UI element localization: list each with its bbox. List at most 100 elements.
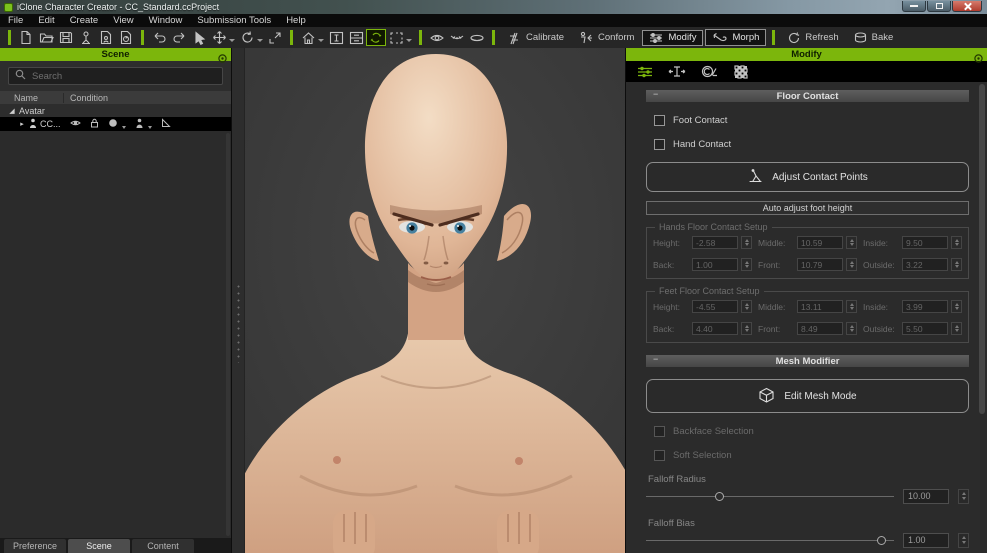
- spinner[interactable]: [741, 300, 752, 313]
- hands-height-input[interactable]: -2.58: [692, 236, 738, 249]
- home-dropdown-icon[interactable]: [318, 39, 324, 42]
- spinner[interactable]: [741, 322, 752, 335]
- viewport-3d[interactable]: [232, 48, 625, 553]
- scene-tree-empty-area[interactable]: [0, 131, 231, 538]
- tab-material-cl-icon[interactable]: [699, 63, 719, 80]
- backface-selection-checkbox[interactable]: [654, 426, 665, 437]
- tree-row-cc-selected[interactable]: ▸ CC...: [0, 117, 231, 131]
- rotate-tool-icon[interactable]: [237, 29, 257, 46]
- scene-gear-icon[interactable]: [218, 50, 227, 68]
- load-character-doc-icon[interactable]: [96, 29, 116, 46]
- character-render[interactable]: [245, 48, 625, 553]
- avatar-state-icon[interactable]: [135, 118, 144, 130]
- hands-front-input[interactable]: 10.79: [797, 258, 843, 271]
- collapse-icon[interactable]: −: [653, 89, 658, 99]
- spinner[interactable]: [846, 258, 857, 271]
- spinner[interactable]: [951, 258, 962, 271]
- spinner[interactable]: [951, 322, 962, 335]
- avatar-state-dropdown-icon[interactable]: [148, 125, 152, 129]
- spinner[interactable]: [958, 488, 969, 504]
- menu-create[interactable]: Create: [70, 15, 99, 26]
- falloff-bias-value[interactable]: 1.00: [903, 532, 949, 548]
- refresh-button[interactable]: Refresh: [781, 30, 844, 46]
- tab-content[interactable]: Content: [132, 539, 194, 553]
- column-condition[interactable]: Condition: [64, 93, 231, 103]
- feet-front-input[interactable]: 8.49: [797, 322, 843, 335]
- spinner[interactable]: [741, 258, 752, 271]
- hands-middle-input[interactable]: 10.59: [797, 236, 843, 249]
- falloff-radius-value[interactable]: 10.00: [903, 488, 949, 504]
- tab-attribute-sliders-icon[interactable]: [635, 63, 655, 80]
- menu-submission-tools[interactable]: Submission Tools: [197, 15, 271, 26]
- hands-inside-input[interactable]: 9.50: [902, 236, 948, 249]
- restore-button[interactable]: [927, 1, 951, 12]
- falloff-bias-slider[interactable]: [646, 535, 894, 545]
- new-project-icon[interactable]: [16, 29, 36, 46]
- tab-preference[interactable]: Preference: [4, 539, 66, 553]
- select-cursor-icon[interactable]: [189, 29, 209, 46]
- modify-scrollbar[interactable]: [979, 84, 985, 414]
- undo-icon[interactable]: [149, 29, 169, 46]
- foot-contact-checkbox[interactable]: [654, 115, 665, 126]
- column-name[interactable]: Name: [0, 92, 64, 103]
- soft-selection-checkbox[interactable]: [654, 450, 665, 461]
- edit-mesh-mode-button[interactable]: Edit Mesh Mode: [646, 379, 969, 413]
- orbit-view-active-icon[interactable]: [366, 29, 386, 46]
- feet-back-input[interactable]: 4.40: [692, 322, 738, 335]
- falloff-radius-slider[interactable]: [646, 491, 894, 501]
- expander-icon[interactable]: ▸: [18, 120, 26, 128]
- show-eye-icon[interactable]: [427, 29, 447, 46]
- save-project-icon[interactable]: [56, 29, 76, 46]
- home-view-icon[interactable]: [298, 29, 318, 46]
- scene-scrollbar[interactable]: [226, 133, 230, 536]
- menu-view[interactable]: View: [113, 15, 133, 26]
- spinner[interactable]: [958, 532, 969, 548]
- move-dropdown-icon[interactable]: [229, 39, 235, 42]
- tab-scene[interactable]: Scene: [68, 539, 130, 553]
- move-tool-icon[interactable]: [209, 29, 229, 46]
- rotate-dropdown-icon[interactable]: [257, 39, 263, 42]
- spinner[interactable]: [846, 322, 857, 335]
- menu-window[interactable]: Window: [149, 15, 183, 26]
- tab-transform-ibeam-icon[interactable]: [667, 63, 687, 80]
- scene-panel-header[interactable]: Scene: [0, 48, 231, 63]
- modify-gear-icon[interactable]: [974, 50, 983, 68]
- hand-contact-checkbox[interactable]: [654, 139, 665, 150]
- feet-middle-input[interactable]: 13.11: [797, 300, 843, 313]
- section-floor-contact[interactable]: − Floor Contact: [646, 89, 969, 102]
- close-button[interactable]: [952, 1, 982, 12]
- lock-icon[interactable]: [90, 118, 99, 130]
- expander-icon[interactable]: ◢: [8, 107, 16, 115]
- calibrate-button[interactable]: Calibrate: [501, 30, 570, 46]
- split-view-icon[interactable]: [346, 29, 366, 46]
- section-mesh-modifier[interactable]: − Mesh Modifier: [646, 354, 969, 367]
- slider-thumb[interactable]: [876, 535, 886, 545]
- morph-button[interactable]: Morph: [705, 29, 767, 46]
- tab-texture-checker-icon[interactable]: [731, 63, 751, 80]
- feet-inside-input[interactable]: 3.99: [902, 300, 948, 313]
- shaded-display-icon[interactable]: [467, 29, 487, 46]
- modify-button[interactable]: Modify: [642, 29, 704, 46]
- spinner[interactable]: [951, 300, 962, 313]
- scale-tool-icon[interactable]: [265, 29, 285, 46]
- panel-drag-handle[interactable]: [237, 283, 240, 363]
- frame-view-icon[interactable]: [326, 29, 346, 46]
- spinner[interactable]: [951, 236, 962, 249]
- hands-outside-input[interactable]: 3.22: [902, 258, 948, 271]
- feet-outside-input[interactable]: 5.50: [902, 322, 948, 335]
- feet-height-input[interactable]: -4.55: [692, 300, 738, 313]
- tree-row-avatar[interactable]: ◢ Avatar: [0, 104, 231, 117]
- menu-help[interactable]: Help: [286, 15, 306, 26]
- menu-file[interactable]: File: [8, 15, 23, 26]
- wireframe-display-icon[interactable]: [447, 29, 467, 46]
- collapse-icon[interactable]: −: [653, 354, 658, 364]
- character-pin-icon[interactable]: [76, 29, 96, 46]
- viewport-side-strip[interactable]: [232, 48, 245, 553]
- selection-box-icon[interactable]: [386, 29, 406, 46]
- visibility-eye-icon[interactable]: [70, 119, 81, 129]
- merge-doc-icon[interactable]: [116, 29, 136, 46]
- adjust-contact-points-button[interactable]: Adjust Contact Points: [646, 162, 969, 192]
- redo-icon[interactable]: [169, 29, 189, 46]
- minimize-button[interactable]: [902, 1, 926, 12]
- spinner[interactable]: [741, 236, 752, 249]
